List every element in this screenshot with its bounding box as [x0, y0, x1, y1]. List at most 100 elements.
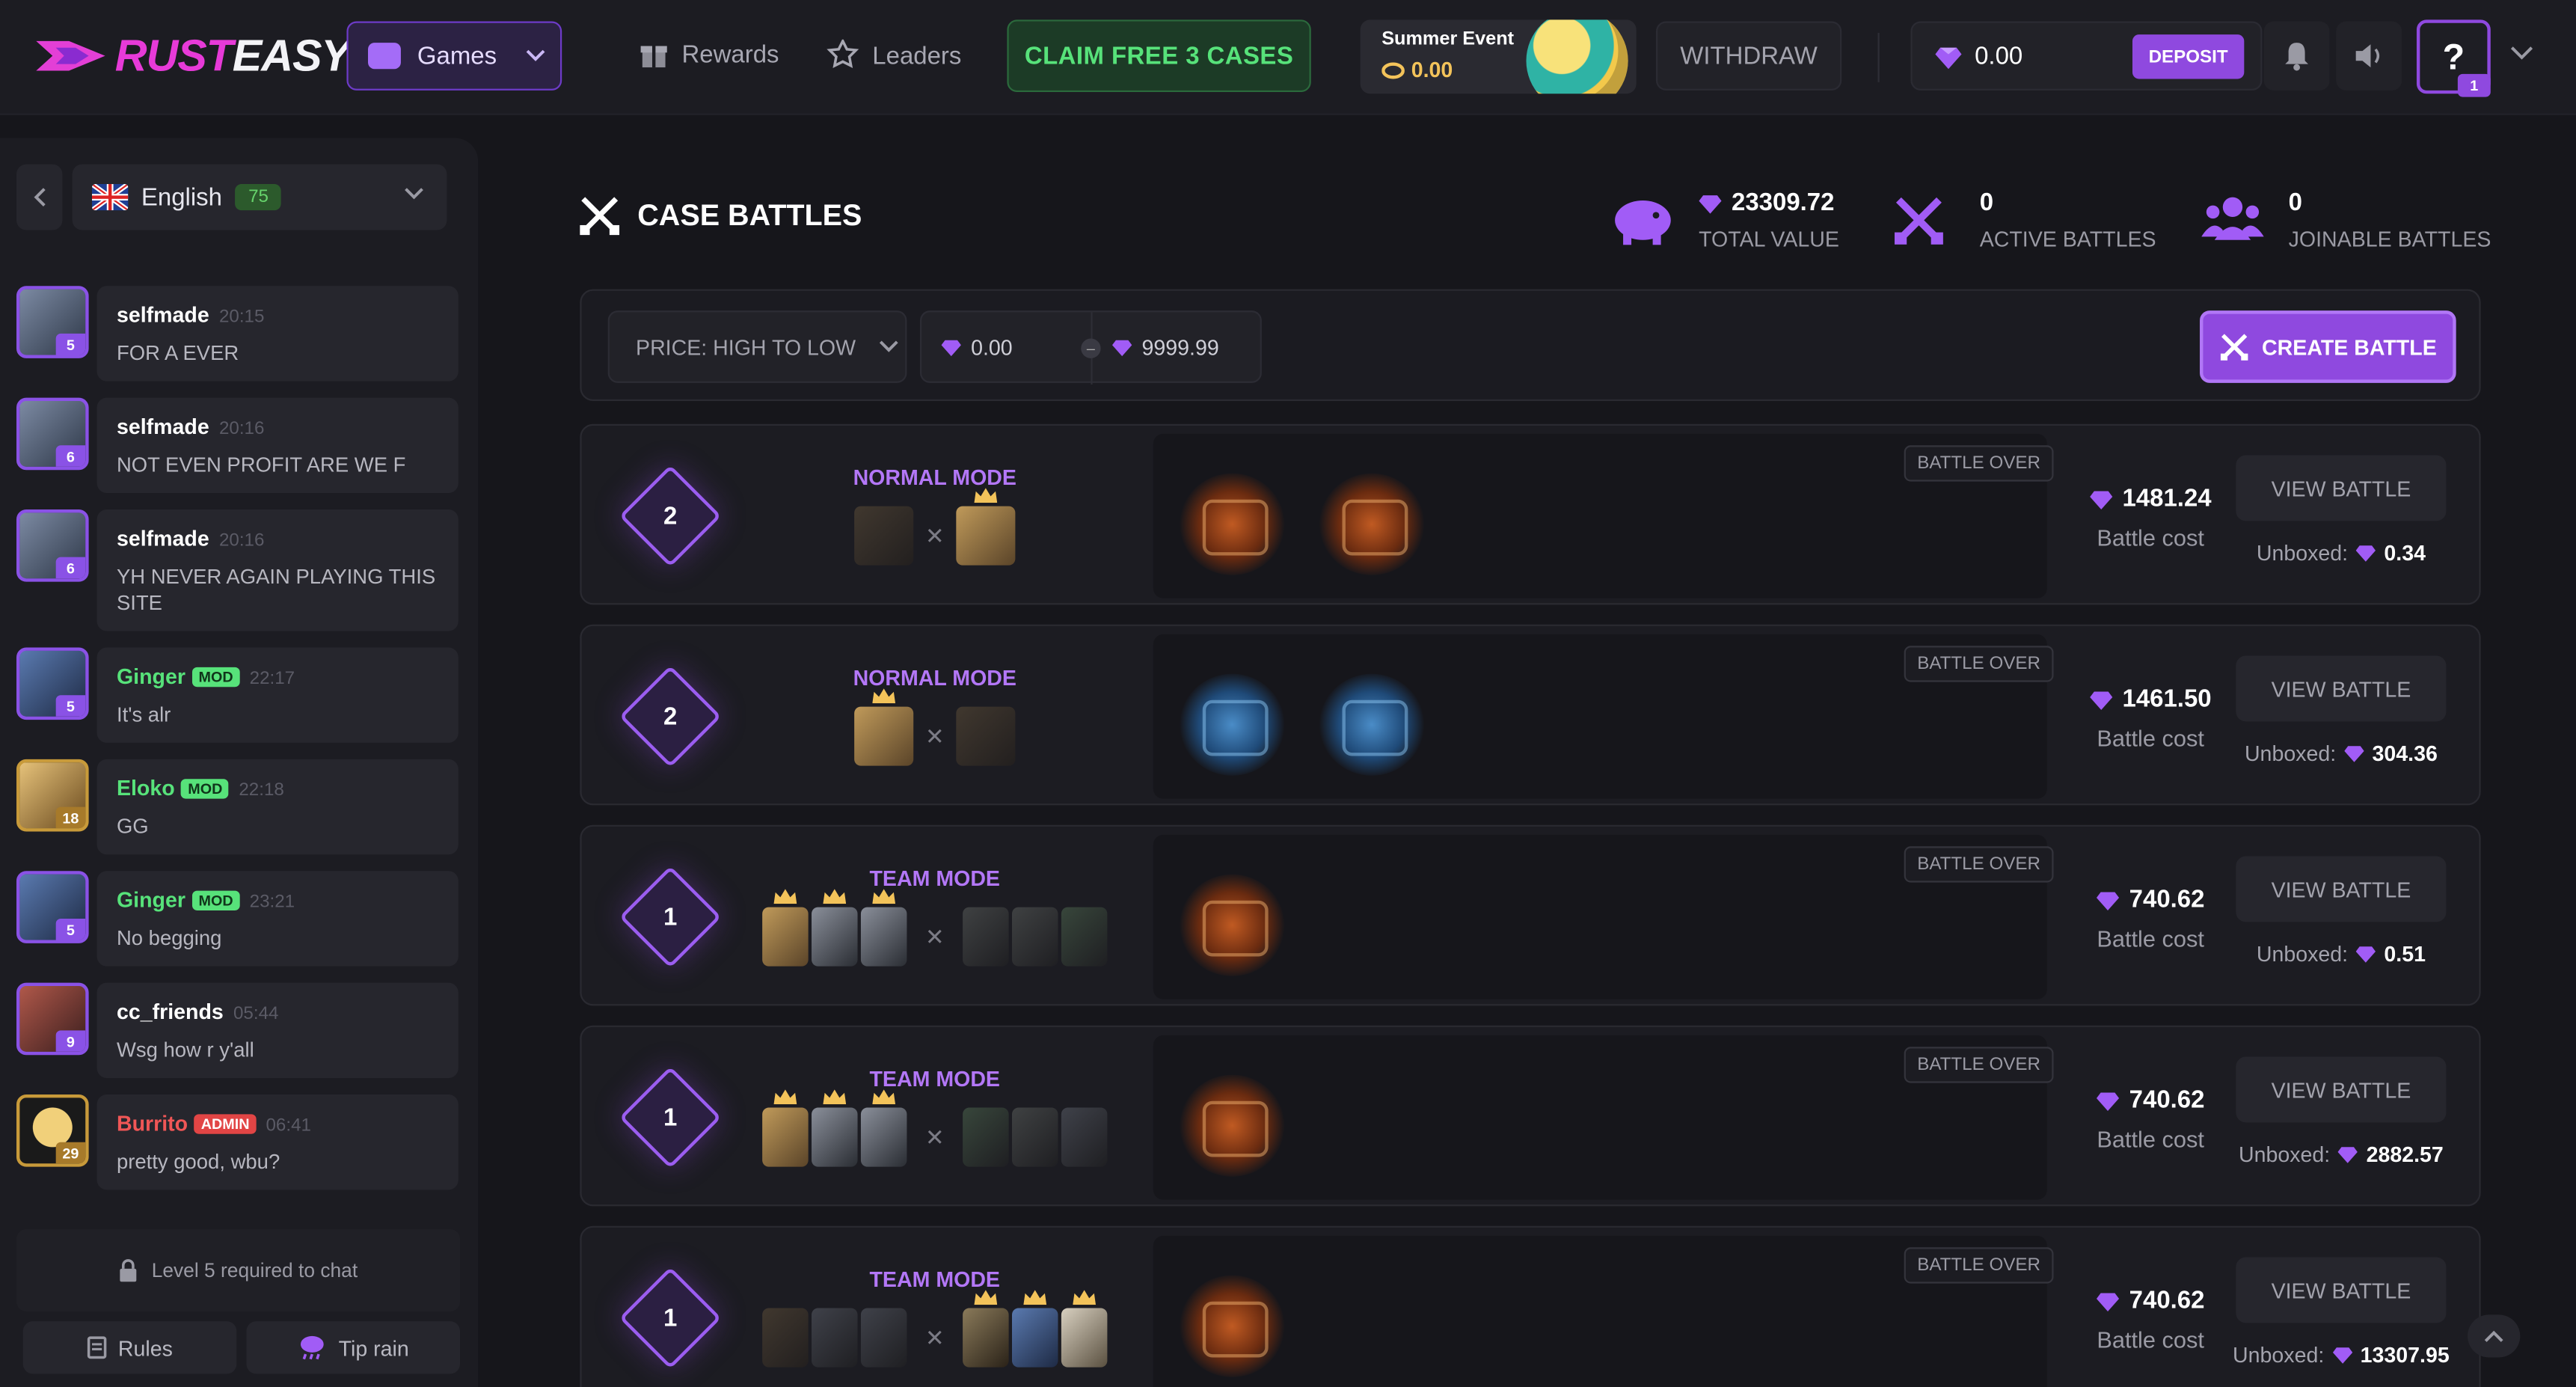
message-time: 20:16 — [218, 419, 265, 439]
logo[interactable]: RUSTEASY — [33, 28, 351, 84]
avatar[interactable]: 9 — [16, 982, 89, 1056]
gem-icon — [2356, 946, 2376, 963]
view-battle-button[interactable]: VIEW BATTLE — [2236, 856, 2447, 922]
admin-badge: ADMIN — [194, 1114, 257, 1134]
avatar[interactable]: 5 — [16, 871, 89, 943]
player-avatar — [860, 889, 907, 967]
price-min-input[interactable]: 0.00 — [941, 335, 1013, 360]
chevron-down-icon — [527, 49, 546, 61]
avatar[interactable]: 6 — [16, 397, 89, 471]
chat-messages: 5 selfmade 20:15 FOR A EVER 6 selfmade 20:1… — [0, 253, 478, 1206]
player-avatar — [1061, 1290, 1108, 1368]
player-avatar — [963, 907, 1009, 967]
games-dropdown[interactable]: Games — [346, 21, 562, 91]
battle-card[interactable]: 1 TEAM MODE ✕ BATTLE OVER 740.62 Battle … — [580, 1225, 2481, 1387]
claim-free-cases-button[interactable]: CLAIM FREE 3 CASES — [1007, 19, 1311, 93]
chevron-down-icon[interactable] — [2510, 46, 2533, 61]
players: ✕ — [754, 1089, 1115, 1172]
message-text: pretty good, wbu? — [116, 1150, 280, 1174]
username[interactable]: selfmade — [117, 526, 209, 551]
gem-icon — [2097, 1292, 2120, 1311]
unboxed-total: Unboxed: 0.34 — [2208, 541, 2474, 566]
gem-icon — [1935, 46, 1962, 69]
case-image — [1319, 673, 1425, 776]
create-battle-button[interactable]: CREATE BATTLE — [2200, 310, 2456, 383]
rewards-label: Rewards — [681, 40, 779, 69]
battle-over-badge: BATTLE OVER — [1904, 646, 2054, 682]
view-battle-button[interactable]: VIEW BATTLE — [2236, 655, 2447, 722]
avatar[interactable]: 5 — [16, 286, 89, 358]
online-count: 75 — [235, 184, 282, 211]
tip-rain-label: Tip rain — [338, 1335, 409, 1360]
gem-icon — [941, 340, 961, 357]
username[interactable]: Ginger — [117, 664, 185, 688]
username[interactable]: Ginger — [117, 887, 185, 912]
notifications-button[interactable] — [2263, 21, 2330, 91]
summer-event-card[interactable]: Summer Event 0.00 — [1360, 19, 1637, 94]
sort-dropdown[interactable]: PRICE: HIGH TO LOW — [607, 310, 907, 383]
battle-card[interactable]: 1 TEAM MODE ✕ BATTLE OVER 740.62 Battle … — [580, 824, 2481, 1006]
username[interactable]: Burrito — [117, 1111, 188, 1136]
battle-over-badge: BATTLE OVER — [1904, 1047, 2054, 1083]
price-max-input[interactable]: 9999.99 — [1111, 335, 1219, 361]
deposit-button[interactable]: DEPOSIT — [2132, 34, 2245, 79]
message-time: 22:18 — [239, 780, 284, 800]
username[interactable]: cc_friends — [117, 999, 224, 1024]
battle-cost-value: 740.62 — [2129, 1086, 2205, 1115]
battle-card[interactable]: 2 NORMAL MODE ✕ BATTLE OVER 1481.24 Batt… — [580, 423, 2481, 605]
volleyball-icon — [1526, 19, 1628, 94]
battle-card[interactable]: 2 NORMAL MODE ✕ BATTLE OVER 1461.50 Batt… — [580, 624, 2481, 806]
withdraw-button[interactable]: WITHDRAW — [1656, 21, 1842, 91]
crossed-swords-icon — [2220, 334, 2248, 361]
help-button[interactable]: ? 1 — [2416, 19, 2491, 97]
crown-icon — [773, 889, 797, 904]
versus-icon: ✕ — [924, 1123, 945, 1150]
balance-value: 0.00 — [1975, 43, 2023, 71]
tip-rain-button[interactable]: Tip rain — [246, 1321, 461, 1374]
leaders-label: Leaders — [872, 42, 962, 70]
avatar[interactable]: 5 — [16, 647, 89, 720]
language-selector[interactable]: English 75 — [72, 164, 447, 230]
message-time: 05:44 — [233, 1004, 279, 1024]
user-level: 5 — [55, 695, 86, 717]
player-avatar — [956, 488, 1016, 566]
crown-icon — [773, 1089, 797, 1105]
case-image — [1180, 473, 1285, 575]
nav-rewards[interactable]: Rewards — [639, 40, 779, 70]
unboxed-label: Unboxed: — [2239, 1142, 2331, 1167]
battle-cost-value: 1481.24 — [2122, 485, 2212, 513]
chat-lock-text: Level 5 required to chat — [151, 1258, 358, 1282]
avatar[interactable]: 29 — [16, 1094, 89, 1167]
battle-card[interactable]: 1 TEAM MODE ✕ BATTLE OVER 740.62 Battle … — [580, 1025, 2481, 1207]
message-time: 20:16 — [218, 530, 265, 551]
view-battle-button[interactable]: VIEW BATTLE — [2236, 1257, 2447, 1323]
round-count: 1 — [663, 1304, 678, 1332]
avatar[interactable]: 6 — [16, 509, 89, 582]
price-max-value: 9999.99 — [1141, 335, 1219, 361]
scroll-to-top-button[interactable] — [2468, 1314, 2521, 1358]
sort-label: PRICE: HIGH TO LOW — [636, 334, 856, 359]
message-time: 20:15 — [218, 307, 265, 328]
username[interactable]: selfmade — [117, 414, 209, 439]
total-value: 23309.72 — [1732, 189, 1835, 217]
view-battle-button[interactable]: VIEW BATTLE — [2236, 455, 2447, 521]
case-image — [1180, 1074, 1285, 1177]
help-label: ? — [2442, 35, 2465, 77]
username[interactable]: selfmade — [117, 302, 209, 327]
unboxed-label: Unboxed: — [2244, 741, 2337, 766]
nav-leaders[interactable]: Leaders — [827, 39, 962, 73]
player-avatar — [854, 506, 914, 566]
page-title: CASE BATTLES — [578, 194, 862, 236]
rules-button[interactable]: Rules — [22, 1321, 237, 1374]
battle-mode: NORMAL MODE — [853, 665, 1016, 691]
collapse-chat-button[interactable] — [16, 164, 63, 230]
username[interactable]: Eloko — [117, 776, 175, 800]
view-battle-button[interactable]: VIEW BATTLE — [2236, 1056, 2447, 1123]
battle-mode: TEAM MODE — [869, 866, 1001, 891]
sound-toggle[interactable] — [2336, 21, 2402, 91]
gem-icon — [2356, 545, 2376, 562]
player-avatar — [762, 889, 809, 967]
unboxed-total: Unboxed: 13307.95 — [2208, 1343, 2474, 1368]
gem-icon — [2089, 691, 2113, 709]
avatar[interactable]: 18 — [16, 759, 89, 832]
